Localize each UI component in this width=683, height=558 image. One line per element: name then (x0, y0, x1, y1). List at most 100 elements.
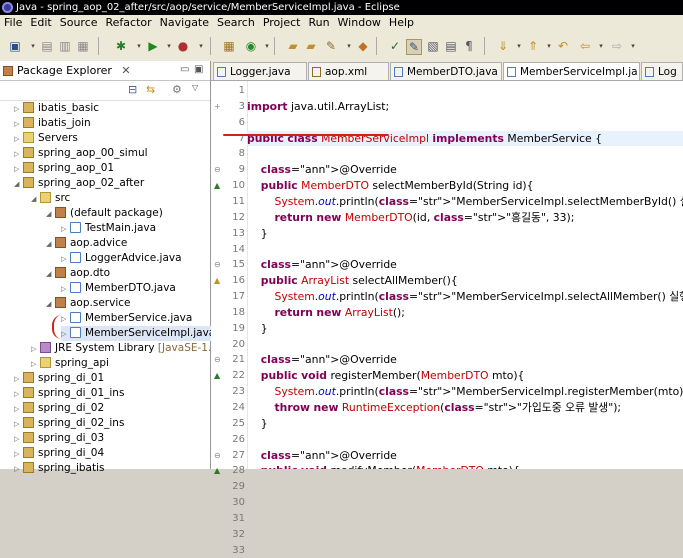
package-explorer-icon (3, 66, 13, 76)
tree-item-aop-advice[interactable]: ◢ aop.advice (46, 236, 127, 251)
close-icon[interactable]: ✕ (121, 64, 130, 77)
tree-item-ibatis-basic[interactable]: ▷ ibatis_basic (14, 101, 99, 116)
tree-item-spring-api[interactable]: ▷ spring_api (31, 356, 109, 371)
line-number: 23 (232, 386, 245, 398)
block-selection-icon[interactable]: ▧ (426, 39, 440, 53)
tree-item-default-package[interactable]: ◢ (default package) (46, 206, 163, 221)
line-number: 28 (232, 465, 245, 477)
folder-icon (23, 132, 34, 143)
open-file-icon[interactable]: ◆ (356, 39, 370, 53)
fold-toggle-icon[interactable]: + (214, 99, 222, 114)
toggle-highlight-icon[interactable]: ✎ (406, 39, 422, 55)
tree-item-memberserviceimpl[interactable]: ▷ MemberServiceImpl.java (61, 326, 216, 341)
tree-item-aop-dto[interactable]: ◢ aop.dto (46, 266, 110, 281)
line-number: 21 (232, 354, 245, 366)
maximize-icon[interactable]: ▣ (194, 64, 203, 75)
new-java-project-icon[interactable]: ▦ (222, 39, 236, 53)
code-line: System.out.println(class="str">"MemberSe… (274, 194, 683, 208)
save-all-icon[interactable]: ▥ (58, 39, 72, 53)
prev-annotation-icon[interactable]: ⇑ (526, 39, 540, 53)
forward-icon[interactable]: ⇨ (610, 39, 624, 53)
filter-icon[interactable]: ⚙ (172, 83, 182, 96)
tree-item-spring-aop-02-after[interactable]: ◢ spring_aop_02_after (14, 176, 144, 191)
fold-toggle-icon[interactable]: ⊖ (214, 257, 222, 272)
folder-icon (40, 357, 51, 368)
tree-item-src[interactable]: ◢ src (31, 191, 70, 206)
run-icon[interactable]: ▶ (146, 39, 160, 53)
menu-window[interactable]: Window (334, 15, 385, 31)
tree-item-spring-aop-00-simul[interactable]: ▷ spring_aop_00_simul (14, 146, 148, 161)
line-number: 8 (238, 148, 245, 160)
tree-item-spring-di-04[interactable]: ▷ spring_di_04 (14, 446, 104, 461)
menu-navigate[interactable]: Navigate (156, 15, 213, 31)
debug-icon[interactable]: ✱ (114, 39, 128, 53)
tree-item-memberservice[interactable]: ▷ MemberService.java (61, 311, 192, 326)
tab-logger-java[interactable]: Logger.java (213, 62, 307, 80)
tree-item-spring-di-01[interactable]: ▷ spring_di_01 (14, 371, 104, 386)
java-file-icon (70, 312, 81, 323)
code-editor: Logger.java aop.xml MemberDTO.java Membe… (211, 61, 683, 556)
code-area[interactable]: import java.util.ArrayList; public class … (247, 81, 683, 469)
tree-item-memberdto[interactable]: ▷ MemberDTO.java (61, 281, 176, 296)
view-menu-icon[interactable]: ▽ (192, 83, 198, 92)
project-icon (23, 102, 34, 113)
library-icon (40, 342, 51, 353)
fold-toggle-icon[interactable]: ⊖ (214, 162, 222, 177)
new-class-icon[interactable]: ◉ (244, 39, 258, 53)
tree-item-loggeradvice[interactable]: ▷ LoggerAdvice.java (61, 251, 182, 266)
tab-memberserviceimpl-java[interactable]: MemberServiceImpl.ja (503, 62, 640, 80)
tab-package-explorer[interactable]: Package Explorer ✕ (3, 63, 131, 79)
fold-toggle-icon[interactable]: ⊖ (214, 352, 222, 367)
code-line: return new MemberDTO(id, class="str">"홍길… (274, 210, 575, 224)
tree-item-jre-system-library[interactable]: ▷ JRE System Library [JavaSE-1.6] (31, 341, 222, 356)
show-whitespace-icon[interactable]: ▤ (444, 39, 458, 53)
link-with-editor-icon[interactable]: ⇆ (146, 83, 155, 96)
external-tools-icon[interactable]: ● (176, 39, 190, 53)
next-annotation-icon[interactable]: ⇓ (496, 39, 510, 53)
tree-item-spring-aop-01[interactable]: ▷ spring_aop_01 (14, 161, 114, 176)
menu-refactor[interactable]: Refactor (102, 15, 156, 31)
tree-item-aop-service[interactable]: ◢ aop.service (46, 296, 130, 311)
menu-file[interactable]: File (0, 15, 26, 31)
back-icon[interactable]: ⇦ (578, 39, 592, 53)
line-number: 7 (238, 132, 245, 144)
save-icon[interactable]: ▤ (40, 39, 54, 53)
menu-search[interactable]: Search (213, 15, 259, 31)
override-icon: ▲ (214, 371, 221, 381)
menu-edit[interactable]: Edit (26, 15, 55, 31)
search-icon[interactable]: ✎ (324, 39, 338, 53)
package-icon (55, 297, 66, 308)
menu-run[interactable]: Run (304, 15, 333, 31)
window-title-bar: Java - spring_aop_02_after/src/aop/servi… (0, 0, 683, 15)
code-line: System.out.println(class="str">"MemberSe… (274, 290, 683, 304)
package-icon (55, 207, 66, 218)
line-number: 18 (232, 306, 245, 318)
tree-item-spring-di-01-ins[interactable]: ▷ spring_di_01_ins (14, 386, 124, 401)
tree-item-spring-di-02[interactable]: ▷ spring_di_02 (14, 401, 104, 416)
paragraph-icon[interactable]: ¶ (462, 39, 476, 53)
tree-item-servers[interactable]: ▷ Servers (14, 131, 78, 146)
tab-log[interactable]: Log (641, 62, 683, 80)
code-line: } (247, 226, 268, 240)
tab-aop-xml[interactable]: aop.xml (308, 62, 389, 80)
toggle-mark-occurrences-icon[interactable]: ✓ (388, 39, 402, 53)
tab-memberdto-java[interactable]: MemberDTO.java (390, 62, 502, 80)
collapse-all-icon[interactable]: ⊟ (128, 83, 137, 96)
project-icon (23, 372, 34, 383)
print-icon[interactable]: ▦ (76, 39, 90, 53)
java-file-icon (394, 67, 403, 77)
line-number: 11 (232, 195, 245, 207)
open-type-icon[interactable]: ▰ (286, 39, 300, 53)
menu-source[interactable]: Source (56, 15, 102, 31)
tree-item-spring-di-03[interactable]: ▷ spring_di_03 (14, 431, 104, 446)
tree-item-spring-di-02-ins[interactable]: ▷ spring_di_02_ins (14, 416, 124, 431)
minimize-icon[interactable]: ▭ (180, 64, 189, 75)
menu-help[interactable]: Help (385, 15, 418, 31)
tree-item-ibatis-join[interactable]: ▷ ibatis_join (14, 116, 91, 131)
fold-toggle-icon[interactable]: ⊖ (214, 448, 222, 463)
last-edit-icon[interactable]: ↶ (556, 39, 570, 53)
open-task-icon[interactable]: ▰ (304, 39, 318, 53)
menu-project[interactable]: Project (259, 15, 305, 31)
new-icon[interactable]: ▣ (8, 39, 22, 53)
tree-item-testmain[interactable]: ▷ TestMain.java (61, 221, 156, 236)
